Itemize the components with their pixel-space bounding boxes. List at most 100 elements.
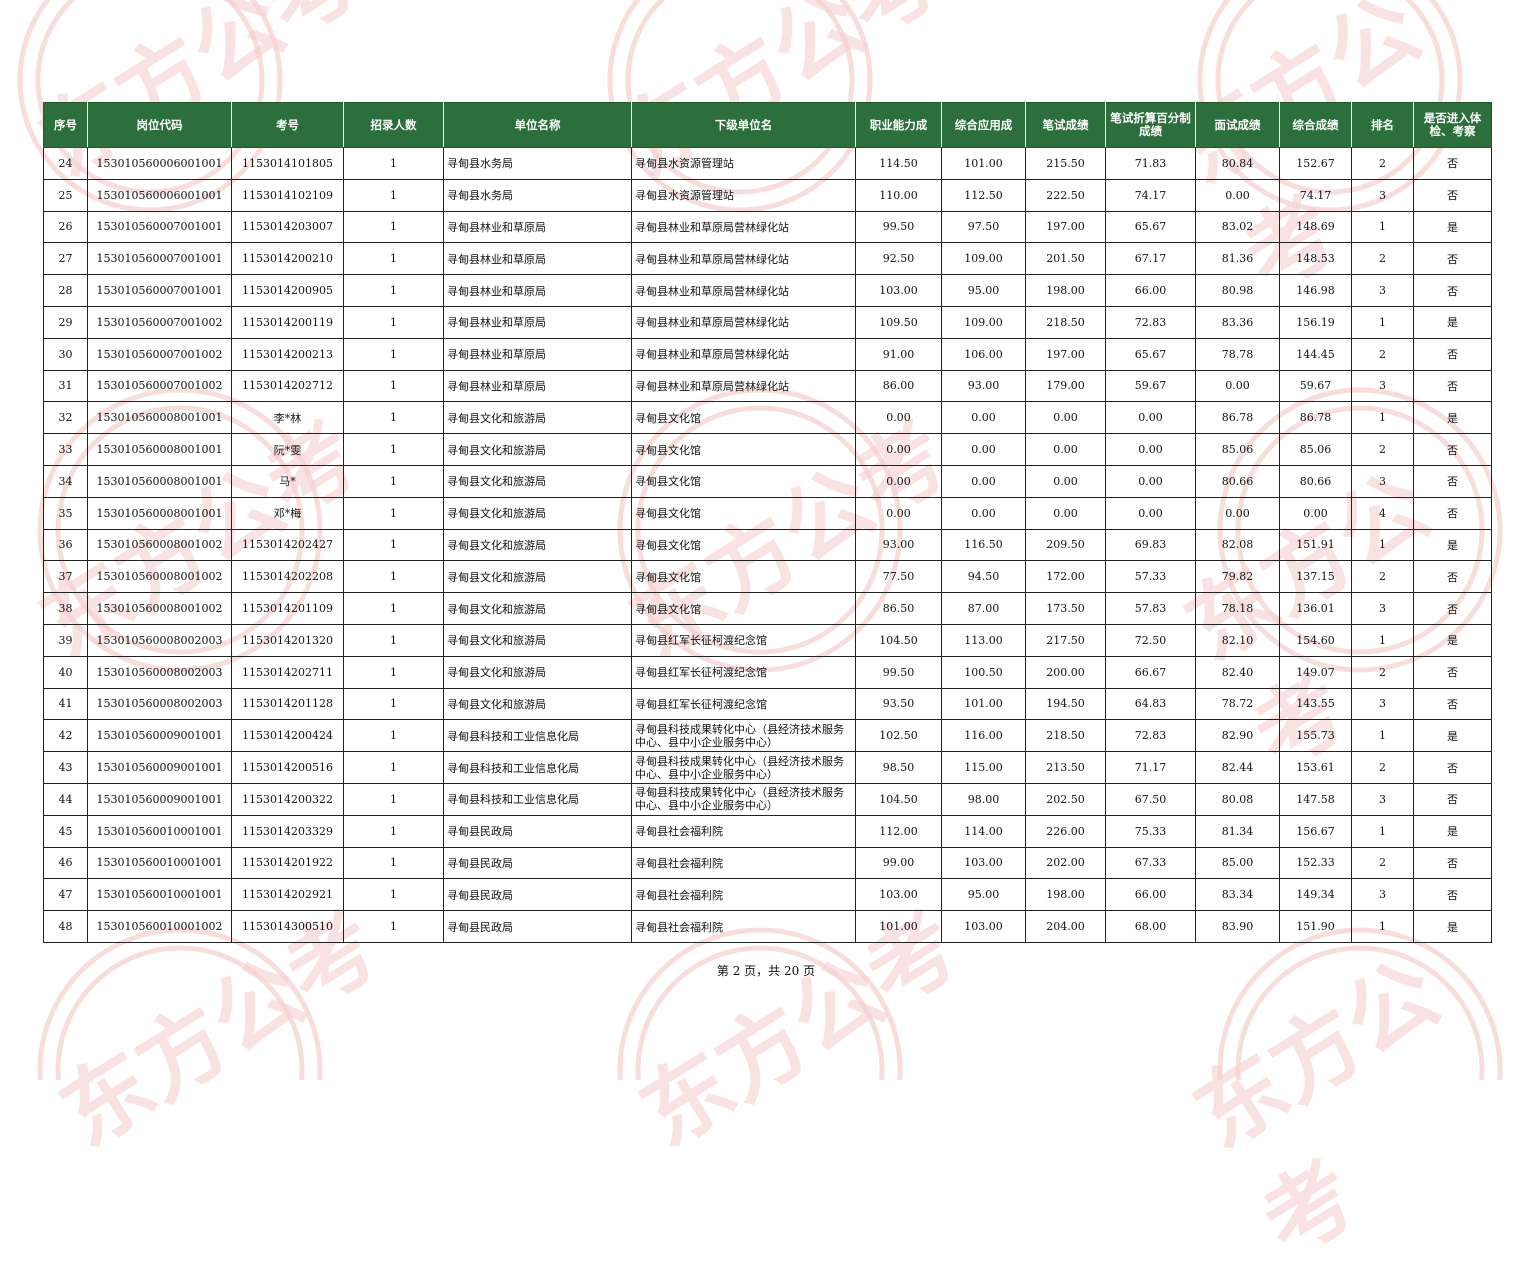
column-header: 排名: [1351, 102, 1414, 148]
table-cell: 103.00: [855, 878, 942, 912]
table-row: 48 153010560010001002 1153014300510 1 寻甸县民政局…: [43, 910, 1492, 943]
table-cell: 寻甸县文化馆: [631, 528, 856, 562]
table-cell: 1153014101805: [231, 147, 344, 180]
table-cell: 1153014200905: [231, 274, 344, 307]
table-cell: 0.00: [855, 401, 942, 435]
table-cell: 寻甸县科技成果转化中心（县经济技术服务中心、县中小企业服务中心）: [631, 719, 856, 753]
table-cell: 是: [1413, 910, 1492, 943]
table-cell: 1153014102109: [231, 178, 344, 212]
table-cell: 222.50: [1025, 178, 1106, 212]
table-cell: 0.00: [941, 464, 1026, 498]
table-cell: 0.00: [1195, 178, 1280, 212]
table-cell: 103.00: [855, 274, 942, 307]
table-row: 28 153010560007001001 1153014200905 1 寻甸县林业和…: [43, 274, 1492, 307]
table-cell: 寻甸县文化和旅游局: [443, 433, 632, 466]
table-cell: 72.83: [1105, 305, 1196, 339]
table-cell: 80.66: [1195, 464, 1280, 498]
table-cell: 59.67: [1279, 369, 1352, 403]
table-cell: 47: [43, 878, 88, 912]
column-header: 岗位代码: [87, 102, 232, 148]
table-cell: 0.00: [1025, 496, 1106, 530]
table-cell: 82.44: [1195, 751, 1280, 784]
table-cell: 66.67: [1105, 655, 1196, 689]
results-sheet: 序号 岗位代码 考号 招录人数 单位名称 下级单位名 职业能力成 综合应用成 笔试成绩 笔试折算百…: [43, 102, 1492, 943]
table-cell: 104.50: [855, 623, 942, 657]
table-cell: 3: [1351, 464, 1414, 498]
results-table: 序号 岗位代码 考号 招录人数 单位名称 下级单位名 职业能力成 综合应用成 笔试成绩 笔试折算百…: [43, 102, 1492, 943]
table-cell: 阮*雯: [231, 433, 344, 466]
table-cell: 100.50: [941, 655, 1026, 689]
table-cell: 寻甸县文化和旅游局: [443, 560, 632, 594]
table-cell: 寻甸县水资源管理站: [631, 147, 856, 180]
table-cell: 153010560007001001: [87, 210, 232, 244]
table-cell: 1: [1351, 528, 1414, 562]
table-cell: 1153014200213: [231, 337, 344, 371]
table-cell: 寻甸县科技成果转化中心（县经济技术服务中心、县中小企业服务中心）: [631, 782, 856, 816]
table-cell: 否: [1413, 687, 1492, 721]
table-cell: 否: [1413, 846, 1492, 880]
table-cell: 101.00: [855, 910, 942, 943]
table-cell: 198.00: [1025, 878, 1106, 912]
table-cell: 寻甸县林业和草原局营林绿化站: [631, 337, 856, 371]
table-cell: 179.00: [1025, 369, 1106, 403]
table-cell: 148.69: [1279, 210, 1352, 244]
watermark-text: 东方公考: [1177, 940, 1456, 1276]
table-cell: 218.50: [1025, 305, 1106, 339]
table-cell: 200.00: [1025, 655, 1106, 689]
table-cell: 86.00: [855, 369, 942, 403]
table-cell: 103.00: [941, 846, 1026, 880]
table-cell: 109.00: [941, 242, 1026, 276]
table-row: 40 153010560008002003 1153014202711 1 寻甸县文化和…: [43, 655, 1492, 689]
table-cell: 153010560010001002: [87, 910, 232, 943]
table-cell: 1: [343, 178, 444, 212]
table-cell: 83.02: [1195, 210, 1280, 244]
table-cell: 寻甸县社会福利院: [631, 846, 856, 880]
table-cell: 0.00: [1105, 401, 1196, 435]
table-cell: 寻甸县林业和草原局营林绿化站: [631, 210, 856, 244]
table-cell: 153010560007001002: [87, 369, 232, 403]
table-cell: 153010560010001001: [87, 846, 232, 880]
table-cell: 156.67: [1279, 814, 1352, 848]
column-header: 面试成绩: [1195, 102, 1280, 148]
table-cell: 218.50: [1025, 719, 1106, 753]
table-row: 29 153010560007001002 1153014200119 1 寻甸县林业和…: [43, 305, 1492, 339]
table-cell: 1153014200322: [231, 782, 344, 816]
table-cell: 87.00: [941, 592, 1026, 625]
table-cell: 2: [1351, 655, 1414, 689]
table-cell: 1153014202921: [231, 878, 344, 912]
table-cell: 2: [1351, 242, 1414, 276]
table-cell: 3: [1351, 178, 1414, 212]
table-cell: 寻甸县文化馆: [631, 401, 856, 435]
table-cell: 82.40: [1195, 655, 1280, 689]
table-cell: 3: [1351, 369, 1414, 403]
table-cell: 2: [1351, 560, 1414, 594]
table-cell: 1: [343, 496, 444, 530]
table-cell: 143.55: [1279, 687, 1352, 721]
table-cell: 149.34: [1279, 878, 1352, 912]
table-cell: 79.82: [1195, 560, 1280, 594]
table-row: 32 153010560008001001 李*林 1 寻甸县文化和旅游局 寻甸县文化馆 0…: [43, 401, 1492, 435]
table-cell: 28: [43, 274, 88, 307]
table-header-row: 序号 岗位代码 考号 招录人数 单位名称 下级单位名 职业能力成 综合应用成 笔试成绩 笔试折算百…: [43, 102, 1492, 148]
table-cell: 42: [43, 719, 88, 753]
table-cell: 57.83: [1105, 592, 1196, 625]
column-header: 笔试折算百分制成绩: [1105, 102, 1196, 148]
table-cell: 78.18: [1195, 592, 1280, 625]
table-cell: 1153014202208: [231, 560, 344, 594]
table-cell: 寻甸县科技和工业信息化局: [443, 719, 632, 753]
table-cell: 91.00: [855, 337, 942, 371]
table-cell: 1: [343, 687, 444, 721]
table-cell: 是: [1413, 814, 1492, 848]
table-cell: 寻甸县科技和工业信息化局: [443, 751, 632, 784]
table-cell: 3: [1351, 878, 1414, 912]
table-cell: 否: [1413, 496, 1492, 530]
table-cell: 78.78: [1195, 337, 1280, 371]
table-row: 25 153010560006001001 1153014102109 1 寻甸县水务局…: [43, 178, 1492, 212]
table-cell: 116.00: [941, 719, 1026, 753]
table-cell: 3: [1351, 592, 1414, 625]
table-cell: 马*: [231, 464, 344, 498]
table-cell: 153010560008001001: [87, 401, 232, 435]
table-row: 24 153010560006001001 1153014101805 1 寻甸县水务局…: [43, 147, 1492, 180]
table-cell: 是: [1413, 305, 1492, 339]
table-cell: 226.00: [1025, 814, 1106, 848]
